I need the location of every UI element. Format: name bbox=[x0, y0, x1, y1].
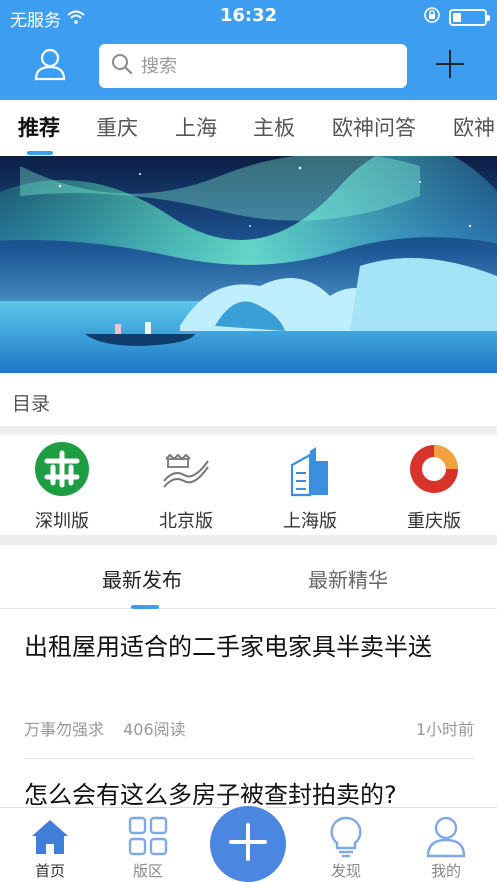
lightbulb-icon bbox=[324, 814, 368, 858]
post-title[interactable]: 怎么会有这么多房子被查封拍卖的? bbox=[24, 776, 474, 810]
category-tabs: 推荐 重庆 上海 主板 欧神问答 欧神 bbox=[0, 100, 497, 156]
battery-level bbox=[453, 13, 461, 22]
post-item[interactable]: 出租屋用适合的二手家电家具半卖半送 万事勿强求 406阅读 1小时前 bbox=[24, 628, 474, 748]
nav-label: 版区 bbox=[132, 862, 163, 880]
tab-shanghai[interactable]: 上海 bbox=[175, 100, 217, 156]
rotation-lock-icon bbox=[423, 6, 441, 29]
nav-label: 我的 bbox=[430, 862, 461, 880]
building-icon bbox=[282, 441, 338, 497]
tab-latest-posts[interactable]: 最新发布 bbox=[102, 564, 182, 593]
board-label: 上海版 bbox=[283, 511, 337, 532]
user-icon bbox=[424, 814, 468, 858]
post-time: 1小时前 bbox=[415, 720, 474, 739]
active-feed-tab-indicator bbox=[131, 605, 159, 609]
post-fab-button[interactable] bbox=[210, 806, 286, 882]
board-chongqing[interactable]: 重庆版 bbox=[372, 435, 496, 535]
search-input[interactable] bbox=[141, 55, 381, 77]
tab-oushen[interactable]: 欧神 bbox=[453, 100, 495, 156]
nav-label: 发现 bbox=[330, 862, 361, 880]
chongqing-logo-icon bbox=[406, 441, 462, 497]
profile-button[interactable] bbox=[26, 44, 74, 88]
board-label: 北京版 bbox=[159, 511, 213, 532]
search-bar[interactable] bbox=[99, 44, 407, 88]
post-divider bbox=[24, 758, 474, 759]
plus-icon bbox=[434, 48, 466, 84]
top-header: 无服务 16:32 bbox=[0, 0, 497, 100]
great-wall-icon bbox=[158, 441, 214, 497]
aurora-banner-image bbox=[0, 156, 497, 373]
status-bar: 无服务 16:32 bbox=[0, 0, 497, 34]
feed-tabs: 最新发布 最新精华 bbox=[0, 545, 497, 609]
board-label: 重庆版 bbox=[407, 511, 461, 532]
nav-label: 首页 bbox=[34, 862, 65, 880]
tab-latest-featured[interactable]: 最新精华 bbox=[308, 564, 388, 593]
post-reads: 406阅读 bbox=[123, 720, 186, 739]
active-tab-indicator bbox=[27, 151, 53, 155]
board-shenzhen[interactable]: 深圳版 bbox=[0, 435, 124, 535]
status-right bbox=[423, 6, 490, 29]
nav-boards[interactable]: 版区 bbox=[108, 808, 188, 883]
board-beijing[interactable]: 北京版 bbox=[124, 435, 248, 535]
plus-icon bbox=[228, 822, 268, 866]
battery-icon bbox=[449, 9, 490, 26]
nav-discover[interactable]: 发现 bbox=[306, 808, 386, 883]
search-icon bbox=[111, 53, 133, 79]
tab-recommend[interactable]: 推荐 bbox=[18, 100, 60, 156]
grid-icon bbox=[126, 814, 170, 858]
post-author[interactable]: 万事勿强求 bbox=[24, 720, 104, 739]
board-grid: 深圳版 北京版 上海版 重庆版 bbox=[0, 435, 497, 535]
board-shanghai[interactable]: 上海版 bbox=[248, 435, 372, 535]
section-divider bbox=[0, 535, 497, 545]
tab-oushen-qa[interactable]: 欧神问答 bbox=[332, 100, 416, 156]
catalog-title: 目录 bbox=[12, 393, 51, 415]
shenzhen-metro-logo-icon bbox=[34, 441, 90, 497]
nav-me[interactable]: 我的 bbox=[406, 808, 486, 883]
post-meta: 万事勿强求 406阅读 bbox=[24, 716, 186, 740]
board-label: 深圳版 bbox=[35, 511, 89, 532]
add-button[interactable] bbox=[430, 46, 470, 86]
section-divider bbox=[0, 427, 497, 435]
catalog-header: 目录 bbox=[0, 373, 497, 427]
tab-main-board[interactable]: 主板 bbox=[253, 100, 295, 156]
post-title[interactable]: 出租屋用适合的二手家电家具半卖半送 bbox=[24, 628, 474, 666]
nav-home[interactable]: 首页 bbox=[10, 808, 90, 883]
home-icon bbox=[28, 814, 72, 858]
post-item[interactable]: 怎么会有这么多房子被查封拍卖的? bbox=[24, 776, 474, 810]
user-icon bbox=[34, 47, 66, 85]
tab-chongqing[interactable]: 重庆 bbox=[96, 100, 138, 156]
banner-carousel[interactable] bbox=[0, 156, 497, 373]
